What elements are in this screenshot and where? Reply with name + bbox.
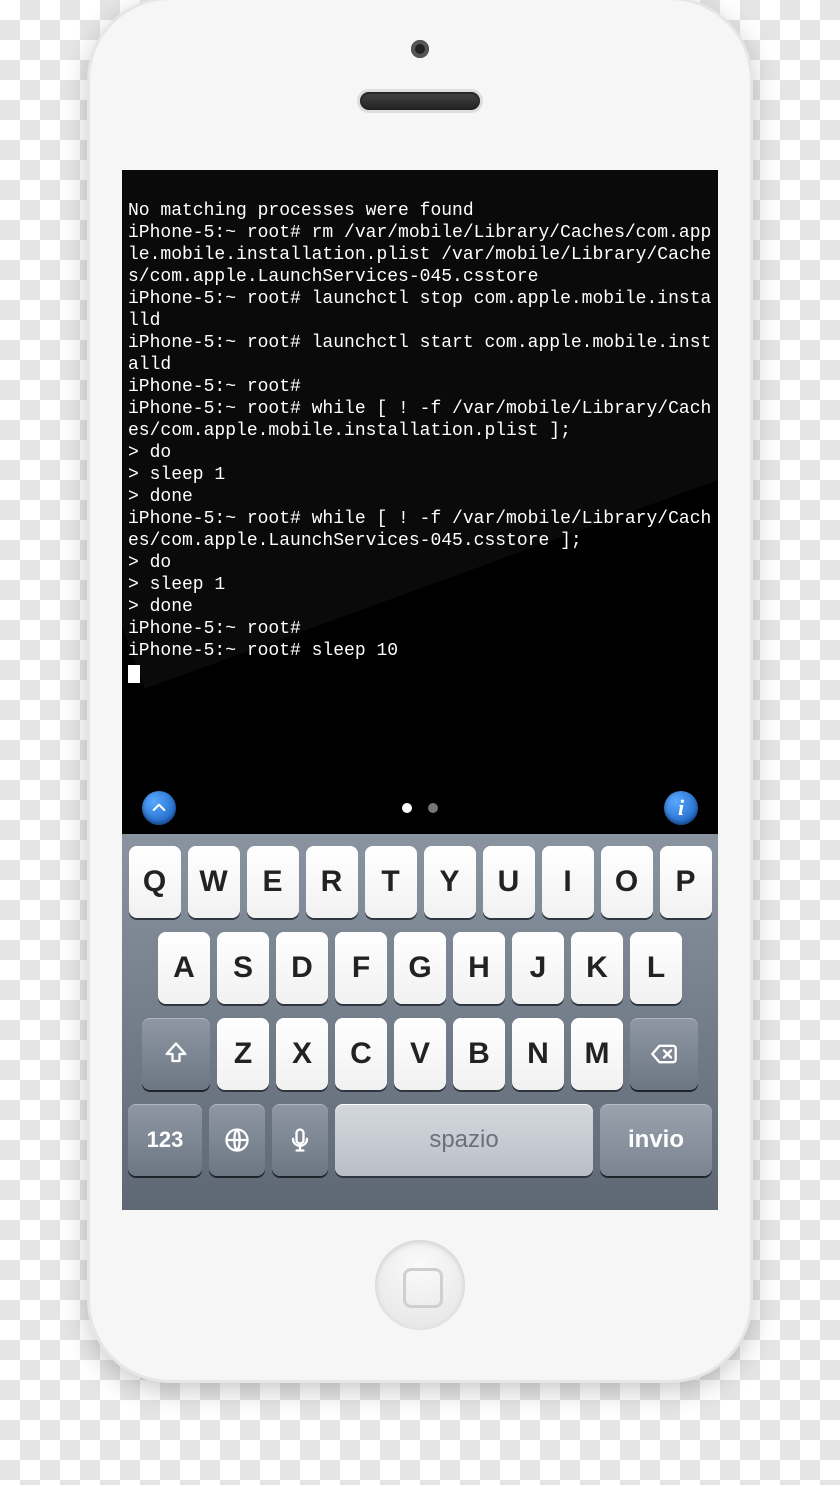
dictation-key[interactable] [272, 1104, 328, 1176]
keyboard-row-2: ASDFGHJKL [128, 932, 712, 1004]
front-camera [411, 40, 429, 58]
page-dot-inactive [428, 803, 438, 813]
numbers-key-label: 123 [147, 1127, 184, 1153]
key-j[interactable]: J [512, 932, 564, 1004]
terminal-output[interactable]: No matching processes were found iPhone-… [122, 194, 718, 780]
key-a[interactable]: A [158, 932, 210, 1004]
screen: No matching processes were found iPhone-… [122, 170, 718, 1210]
key-label: G [408, 951, 431, 985]
key-e[interactable]: E [247, 846, 299, 918]
key-s[interactable]: S [217, 932, 269, 1004]
key-label: F [352, 951, 370, 985]
terminal-cursor [128, 665, 140, 683]
key-label: H [468, 951, 490, 985]
terminal-text: No matching processes were found iPhone-… [128, 201, 711, 661]
key-label: R [321, 865, 343, 899]
key-z[interactable]: Z [217, 1018, 269, 1090]
enter-key-label: invio [628, 1126, 684, 1154]
key-label: K [586, 951, 608, 985]
globe-key[interactable] [209, 1104, 265, 1176]
shift-key[interactable] [142, 1018, 210, 1090]
key-label: U [498, 865, 520, 899]
page-dot-active [402, 803, 412, 813]
keyboard-row-4: 123 spazio invio [128, 1104, 712, 1176]
scroll-up-button[interactable] [142, 791, 176, 825]
key-g[interactable]: G [394, 932, 446, 1004]
key-label: P [675, 865, 695, 899]
key-b[interactable]: B [453, 1018, 505, 1090]
home-button[interactable] [375, 1240, 465, 1330]
key-q[interactable]: Q [129, 846, 181, 918]
key-v[interactable]: V [394, 1018, 446, 1090]
key-label: I [563, 865, 571, 899]
earpiece-speaker [360, 92, 480, 110]
key-label: T [381, 865, 399, 899]
key-label: A [173, 951, 195, 985]
key-label: W [199, 865, 227, 899]
shift-icon [162, 1040, 190, 1068]
space-key-label: spazio [429, 1126, 498, 1154]
key-label: E [262, 865, 282, 899]
key-n[interactable]: N [512, 1018, 564, 1090]
key-u[interactable]: U [483, 846, 535, 918]
ios-keyboard: QW E R T Y U I O P A S D F G H J K L Z X C V B N M 123 [122, 834, 718, 1210]
key-label: V [410, 1037, 430, 1071]
keyboard-row-3: ZXCVBNM [128, 1018, 712, 1090]
key-w[interactable]: W [188, 846, 240, 918]
key-t[interactable]: T [365, 846, 417, 918]
key-label: Q [143, 865, 166, 899]
key-label: D [291, 951, 313, 985]
key-m[interactable]: M [571, 1018, 623, 1090]
key-label: Z [234, 1037, 252, 1071]
iphone-device-frame: No matching processes were found iPhone-… [90, 0, 750, 1380]
space-key[interactable]: spazio [335, 1104, 593, 1176]
key-label: J [530, 951, 547, 985]
key-o[interactable]: O [601, 846, 653, 918]
chevron-up-icon [151, 800, 167, 816]
key-label: S [233, 951, 253, 985]
key-l[interactable]: L [630, 932, 682, 1004]
keyboard-row-1: QW E R T Y U I O P [128, 846, 712, 918]
globe-icon [223, 1126, 251, 1154]
key-k[interactable]: K [571, 932, 623, 1004]
key-c[interactable]: C [335, 1018, 387, 1090]
key-x[interactable]: X [276, 1018, 328, 1090]
info-button[interactable]: i [664, 791, 698, 825]
key-label: X [292, 1037, 312, 1071]
key-h[interactable]: H [453, 932, 505, 1004]
key-label: Y [439, 865, 459, 899]
key-i[interactable]: I [542, 846, 594, 918]
microphone-icon [286, 1126, 314, 1154]
key-label: O [615, 865, 638, 899]
key-f[interactable]: F [335, 932, 387, 1004]
key-y[interactable]: Y [424, 846, 476, 918]
key-d[interactable]: D [276, 932, 328, 1004]
key-label: B [468, 1037, 490, 1071]
backspace-key[interactable] [630, 1018, 698, 1090]
key-label: L [647, 951, 665, 985]
backspace-icon [650, 1040, 678, 1068]
page-indicator [402, 803, 438, 813]
key-label: M [585, 1037, 610, 1071]
enter-key[interactable]: invio [600, 1104, 712, 1176]
key-r[interactable]: R [306, 846, 358, 918]
key-label: N [527, 1037, 549, 1071]
info-icon: i [678, 795, 684, 821]
key-label: C [350, 1037, 372, 1071]
numbers-key[interactable]: 123 [128, 1104, 202, 1176]
key-p[interactable]: P [660, 846, 712, 918]
terminal-toolbar: i [122, 782, 718, 834]
